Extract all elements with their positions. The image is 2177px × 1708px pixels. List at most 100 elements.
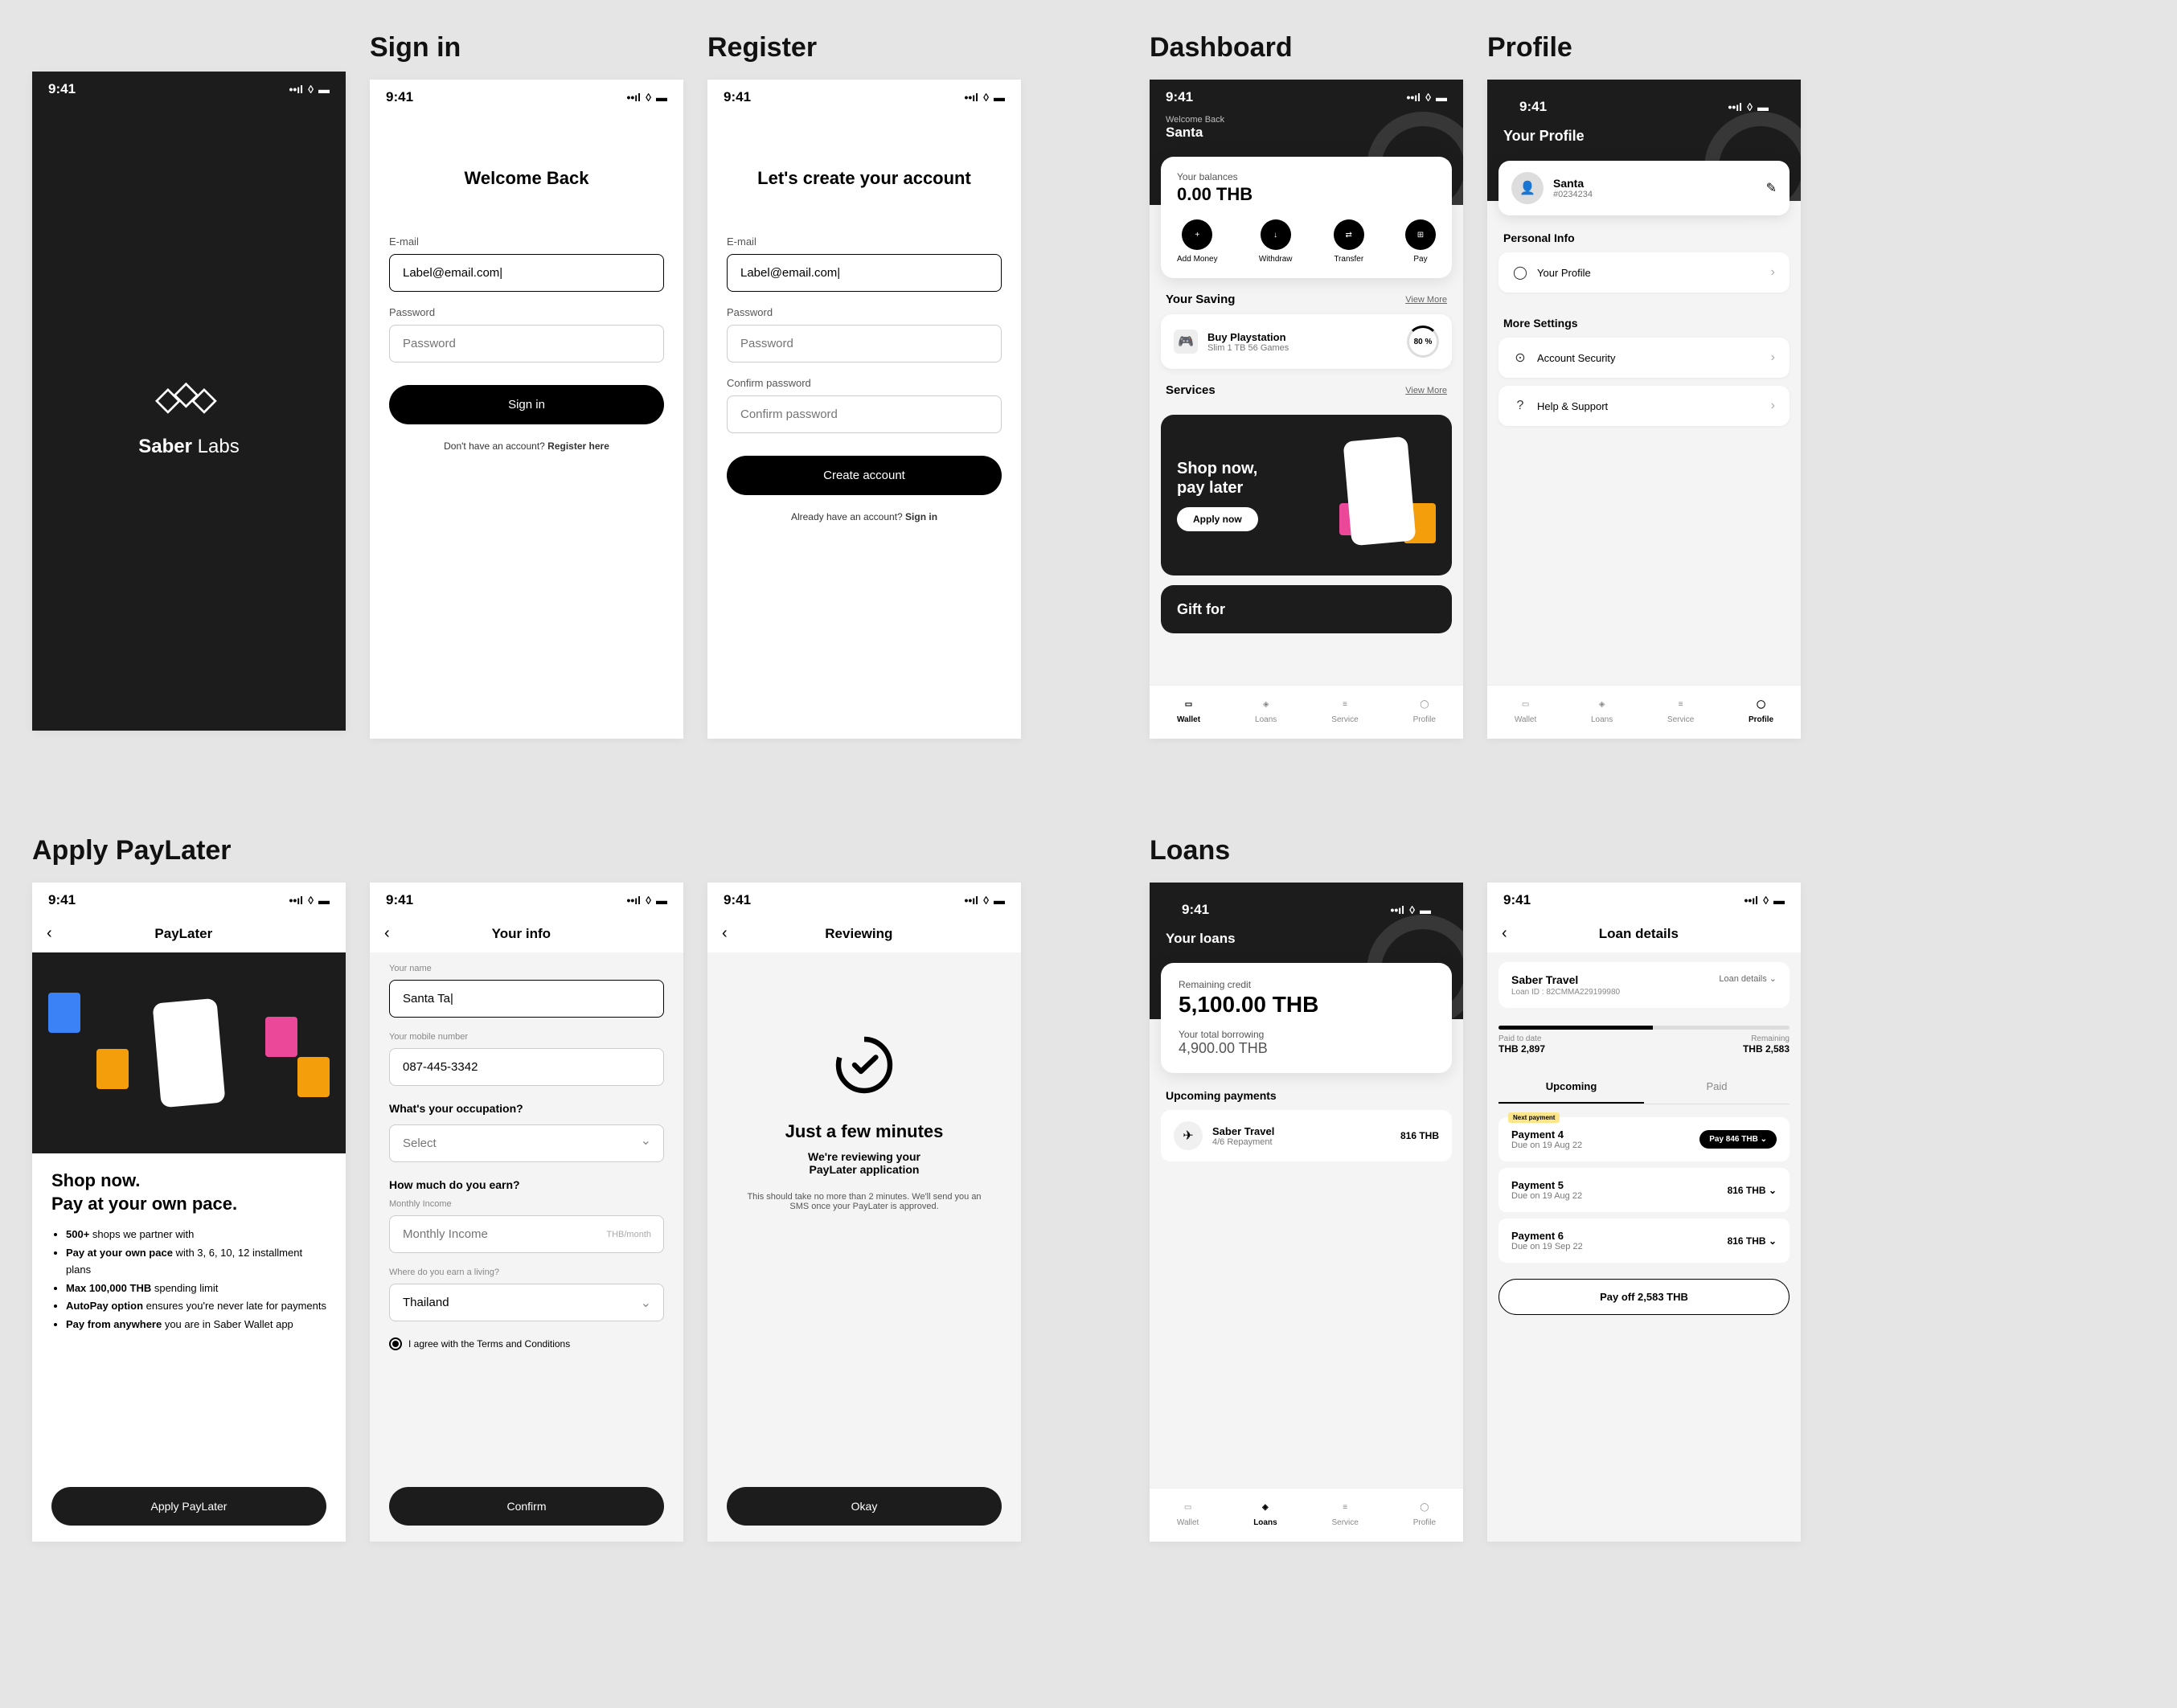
promo-card-gift[interactable]: Gift for [1161,585,1452,633]
action-withdraw[interactable]: ↓Withdraw [1259,219,1293,264]
create-account-button[interactable]: Create account [727,456,1002,495]
tab-loans[interactable]: ◈Loans [1591,695,1613,724]
tab-wallet[interactable]: ▭Wallet [1177,695,1200,724]
action-add-money[interactable]: +Add Money [1177,219,1218,264]
battery-icon: ▬ [1773,894,1785,907]
payment-row-6: Payment 6 Due on 19 Sep 22 816 THB ⌄ [1498,1219,1790,1263]
signal-icon: ••ıl [626,91,641,104]
back-button[interactable]: ‹ [47,924,52,943]
email-field[interactable] [727,254,1002,292]
tab-service[interactable]: ≡Service [1667,695,1694,724]
wallet-icon: ▭ [1180,695,1198,713]
email-field[interactable] [389,254,664,292]
action-transfer[interactable]: ⇄Transfer [1334,219,1364,264]
tab-paid[interactable]: Paid [1644,1071,1790,1104]
battery-icon: ▬ [656,894,667,907]
list-item-help-support[interactable]: ? Help & Support › [1498,386,1790,426]
payment-item[interactable]: ✈ Saber Travel 4/6 Repayment 816 THB [1161,1110,1452,1161]
your-info-screen: 9:41 ••ıl◊▬ ‹ Your info Your name Your m… [370,883,683,1542]
tab-service[interactable]: ≡Service [1331,695,1358,724]
apply-now-button[interactable]: Apply now [1177,507,1258,531]
wifi-icon: ◊ [983,91,989,104]
profile-name: Santa [1553,177,1757,190]
status-icons: ••ıl ◊ ▬ [289,83,330,96]
services-section-title: Services [1166,383,1216,397]
email-label: E-mail [389,236,664,248]
saving-card[interactable]: 🎮 Buy Playstation Slim 1 TB 56 Games 80 … [1161,314,1452,369]
battery-icon: ▬ [1436,91,1447,104]
loan-details-link[interactable]: Loan details ⌄ [1719,973,1777,984]
terms-checkbox-row[interactable]: I agree with the Terms and Conditions [389,1337,664,1350]
action-pay[interactable]: ⊞Pay [1405,219,1436,264]
tab-profile[interactable]: ◯Profile [1749,695,1773,724]
chevron-right-icon: › [1771,399,1775,413]
confirm-password-field[interactable] [727,395,1002,433]
shopping-illustration [1315,431,1444,559]
payoff-button[interactable]: Pay off 2,583 THB [1498,1279,1790,1315]
register-link[interactable]: Register here [547,440,609,452]
view-more-link[interactable]: View More [1405,386,1447,395]
wifi-icon: ◊ [646,91,651,104]
progress-bar [1498,1026,1790,1030]
chevron-right-icon: › [1771,265,1775,280]
nav-title: Reviewing [728,926,990,942]
loans-icon: ◈ [1257,1498,1274,1516]
occupation-select[interactable] [389,1124,664,1162]
wifi-icon: ◊ [983,894,989,907]
signal-icon: ••ıl [964,894,978,907]
list-item-your-profile[interactable]: ◯ Your Profile › [1498,252,1790,293]
plus-icon: + [1182,219,1212,250]
tab-wallet[interactable]: ▭Wallet [1177,1498,1199,1527]
status-bar: 9:41 ••ıl◊▬ [707,80,1021,112]
nav-title: Loan details [1507,926,1770,942]
battery-icon: ▬ [994,894,1005,907]
list-item-account-security[interactable]: ⊙ Account Security › [1498,338,1790,378]
user-icon: ◯ [1513,265,1527,280]
pay-button[interactable]: Pay 846 THB ⌄ [1699,1130,1777,1149]
next-payment-badge: Next payment [1508,1112,1560,1123]
promo-card-shop-now[interactable]: Shop now,pay later Apply now [1161,415,1452,575]
password-field[interactable] [389,325,664,362]
confirm-button[interactable]: Confirm [389,1487,664,1526]
living-select[interactable] [389,1284,664,1321]
living-question: Where do you earn a living? [389,1268,664,1277]
okay-button[interactable]: Okay [727,1487,1002,1526]
profile-card: 👤 Santa #0234234 ✎ [1498,161,1790,215]
password-label: Password [727,306,1002,318]
signal-icon: ••ıl [626,894,641,907]
review-description: This should take no more than 2 minutes.… [707,1192,1021,1211]
apply-paylater-button[interactable]: Apply PayLater [51,1487,326,1526]
nav-header: ‹ Reviewing [707,915,1021,952]
wifi-icon: ◊ [646,894,651,907]
hero-title: Shop now.Pay at your own pace. [51,1169,326,1215]
back-button[interactable]: ‹ [1502,924,1507,943]
tab-wallet[interactable]: ▭Wallet [1515,695,1536,724]
profile-id: #0234234 [1553,190,1757,199]
edit-icon[interactable]: ✎ [1766,180,1777,196]
signin-button[interactable]: Sign in [389,385,664,424]
section-title-dashboard: Dashboard [1150,32,1463,63]
tab-profile[interactable]: ◯Profile [1413,695,1436,724]
confirm-label: Confirm password [727,377,1002,389]
back-button[interactable]: ‹ [722,924,728,943]
saber-logo-icon [153,376,225,424]
review-subtitle: We're reviewing yourPayLater application [707,1150,1021,1176]
status-time: 9:41 [48,81,76,97]
tab-upcoming[interactable]: Upcoming [1498,1071,1644,1104]
signin-screen: 9:41 ••ıl◊▬ Welcome Back E-mail Password… [370,80,683,739]
signin-link[interactable]: Sign in [905,511,937,522]
view-more-link[interactable]: View More [1405,295,1447,305]
tab-loans[interactable]: ◈Loans [1253,1498,1277,1527]
tab-profile[interactable]: ◯Profile [1413,1498,1436,1527]
loan-details-screen: 9:41 ••ıl◊▬ ‹ Loan details Loan details … [1487,883,1801,1542]
tab-bar: ▭Wallet ◈Loans ≡Service ◯Profile [1487,685,1801,739]
back-button[interactable]: ‹ [384,924,390,943]
wallet-icon: ▭ [1179,1498,1197,1516]
tab-loans[interactable]: ◈Loans [1255,695,1277,724]
paylater-intro-screen: 9:41 ••ıl◊▬ ‹ PayLater [32,883,346,1542]
password-field[interactable] [727,325,1002,362]
mobile-field[interactable] [389,1048,664,1086]
name-field[interactable] [389,980,664,1018]
tab-service[interactable]: ≡Service [1331,1498,1358,1527]
section-title-apply: Apply PayLater [32,835,1021,866]
